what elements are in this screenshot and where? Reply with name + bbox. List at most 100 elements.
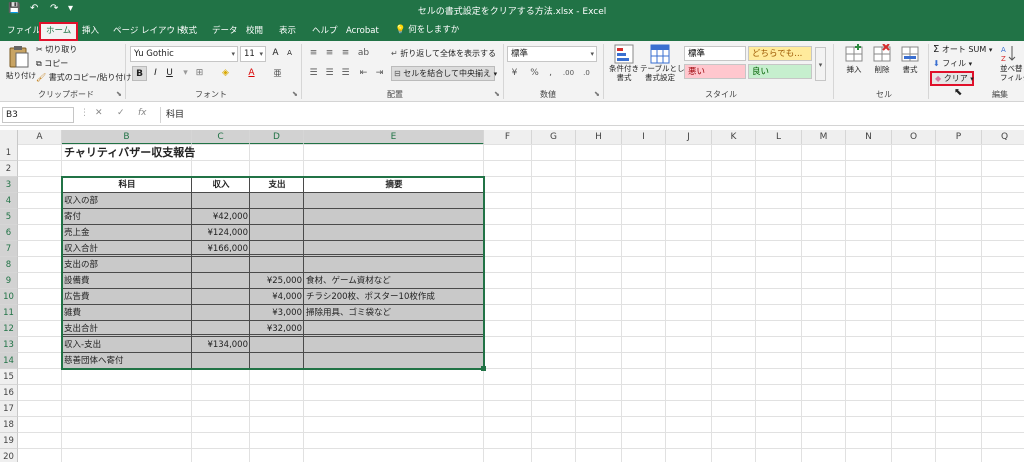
row-header-19[interactable]: 19 — [0, 433, 18, 449]
table-header-cell[interactable]: 収入 — [192, 177, 250, 193]
number-launcher-icon[interactable]: ⬊ — [594, 90, 600, 98]
insert-cells-button[interactable]: 挿入 — [840, 44, 868, 75]
column-header-O[interactable]: O — [892, 130, 936, 145]
currency-icon[interactable]: ¥ — [507, 66, 522, 81]
underline-dropdown[interactable]: ▾ — [178, 66, 193, 81]
table-cell[interactable]: 収入の部 — [62, 193, 192, 209]
style-normal[interactable]: 標準 — [684, 46, 746, 61]
percent-icon[interactable]: % — [527, 66, 542, 81]
format-cells-button[interactable]: 書式 — [896, 44, 924, 75]
sort-filter-button[interactable]: A Z 並べ替 フィルタ — [1000, 44, 1024, 82]
align-left-icon[interactable]: ☰ — [306, 66, 321, 81]
row-header-7[interactable]: 7 — [0, 241, 18, 257]
column-header-I[interactable]: I — [622, 130, 666, 145]
align-top-icon[interactable]: ≡ — [306, 46, 321, 61]
clipboard-launcher-icon[interactable]: ⬊ — [116, 90, 122, 98]
font-name-box[interactable]: Yu Gothic ▾ — [130, 46, 238, 62]
column-header-N[interactable]: N — [846, 130, 892, 145]
row-header-3[interactable]: 3 — [0, 177, 18, 193]
font-shrink-button[interactable]: A — [282, 46, 297, 61]
enter-icon[interactable]: ✓ — [117, 108, 125, 118]
worksheet-grid[interactable]: ABCDEFGHIJKLMNOPQ チャリティバザー収支報告 科目 収入 支出 摘要 収入… — [0, 130, 1024, 462]
table-cell[interactable]: 設備費 — [62, 273, 192, 289]
row-header-20[interactable]: 20 — [0, 449, 18, 462]
row-header-16[interactable]: 16 — [0, 385, 18, 401]
column-header-J[interactable]: J — [666, 130, 712, 145]
row-header-10[interactable]: 10 — [0, 289, 18, 305]
column-header-F[interactable]: F — [484, 130, 532, 145]
fill-button[interactable]: ⬇ フィル ▾ — [933, 58, 972, 69]
row-header-2[interactable]: 2 — [0, 161, 18, 177]
tab-file[interactable]: ファイル — [7, 23, 41, 39]
styles-gallery-more-button[interactable]: ▾ — [815, 47, 826, 81]
insert-function-icon[interactable]: fx — [138, 108, 147, 118]
italic-button[interactable]: I — [148, 66, 163, 81]
row-header-9[interactable]: 9 — [0, 273, 18, 289]
column-header-Q[interactable]: Q — [982, 130, 1024, 145]
table-cell[interactable]: 支出の部 — [62, 257, 192, 273]
table-cell[interactable]: 売上金 — [62, 225, 192, 241]
style-bad[interactable]: 悪い — [684, 64, 746, 79]
tab-formulas[interactable]: 数式 — [180, 23, 197, 39]
format-as-table-button[interactable]: テーブルとして 書式設定 — [640, 44, 692, 82]
column-header-C[interactable]: C — [192, 130, 250, 145]
row-header-15[interactable]: 15 — [0, 369, 18, 385]
row-header-12[interactable]: 12 — [0, 321, 18, 337]
table-cell[interactable]: チラシ200枚、ポスター10枚作成 — [304, 289, 484, 305]
decrease-indent-icon[interactable]: ⇤ — [356, 66, 371, 81]
table-cell[interactable]: ¥4,000 — [250, 289, 304, 305]
table-cell[interactable]: 食材、ゲーム資材など — [304, 273, 484, 289]
row-header-8[interactable]: 8 — [0, 257, 18, 273]
tab-review[interactable]: 校閲 — [246, 23, 263, 39]
increase-indent-icon[interactable]: ⇥ — [372, 66, 387, 81]
format-painter-button[interactable]: 🖌 書式のコピー/貼り付け — [36, 72, 131, 83]
autosum-button[interactable]: Σ オート SUM ▾ — [933, 44, 992, 55]
style-good[interactable]: 良い — [748, 64, 812, 79]
table-cell[interactable]: ¥124,000 — [192, 225, 250, 241]
column-header-P[interactable]: P — [936, 130, 982, 145]
table-cell[interactable]: 掃除用具、ゴミ袋など — [304, 305, 484, 321]
tab-page-layout[interactable]: ページ レイアウト — [113, 23, 184, 39]
table-cell[interactable]: 支出合計 — [62, 321, 192, 337]
table-cell[interactable]: ¥25,000 — [250, 273, 304, 289]
report-title[interactable]: チャリティバザー収支報告 — [62, 145, 195, 161]
column-header-E[interactable]: E — [304, 130, 484, 145]
row-header-13[interactable]: 13 — [0, 337, 18, 353]
tab-home[interactable]: ホーム — [39, 22, 79, 41]
row-header-11[interactable]: 11 — [0, 305, 18, 321]
underline-button[interactable]: U — [162, 66, 177, 81]
table-cell[interactable]: 広告費 — [62, 289, 192, 305]
select-all-corner[interactable] — [0, 130, 18, 145]
table-cell[interactable]: ¥134,000 — [192, 337, 250, 353]
fill-handle[interactable] — [481, 366, 486, 371]
row-header-4[interactable]: 4 — [0, 193, 18, 209]
table-cell[interactable]: 収入-支出 — [62, 337, 192, 353]
phonetic-icon[interactable]: 亜 — [270, 66, 285, 81]
cut-button[interactable]: ✂ 切り取り — [36, 44, 77, 55]
align-middle-icon[interactable]: ≡ — [322, 46, 337, 61]
table-header-cell[interactable]: 科目 — [62, 177, 192, 193]
number-format-box[interactable]: 標準 ▾ — [507, 46, 597, 62]
column-header-D[interactable]: D — [250, 130, 304, 145]
comma-style-icon[interactable]: , — [543, 66, 558, 81]
cancel-icon[interactable]: ✕ — [95, 108, 103, 118]
column-header-L[interactable]: L — [756, 130, 802, 145]
row-header-1[interactable]: 1 — [0, 145, 18, 161]
font-launcher-icon[interactable]: ⬊ — [292, 90, 298, 98]
table-cell[interactable]: 慈善団体へ寄付 — [62, 353, 192, 369]
table-header-cell[interactable]: 支出 — [250, 177, 304, 193]
column-header-A[interactable]: A — [18, 130, 62, 145]
tab-data[interactable]: データ — [212, 23, 238, 39]
row-header-18[interactable]: 18 — [0, 417, 18, 433]
table-header-cell[interactable]: 摘要 — [304, 177, 484, 193]
table-cell[interactable]: 収入合計 — [62, 241, 192, 257]
column-header-B[interactable]: B — [62, 130, 192, 145]
wrap-text-button[interactable]: ↵ 折り返して全体を表示する — [391, 48, 496, 59]
conditional-formatting-button[interactable]: 条件付き 書式 — [607, 44, 641, 82]
delete-cells-button[interactable]: 削除 — [868, 44, 896, 75]
row-header-14[interactable]: 14 — [0, 353, 18, 369]
tell-me-search[interactable]: 💡 何をしますか — [395, 23, 459, 35]
tab-help[interactable]: ヘルプ — [312, 23, 338, 39]
table-cell[interactable]: 寄付 — [62, 209, 192, 225]
column-header-M[interactable]: M — [802, 130, 846, 145]
